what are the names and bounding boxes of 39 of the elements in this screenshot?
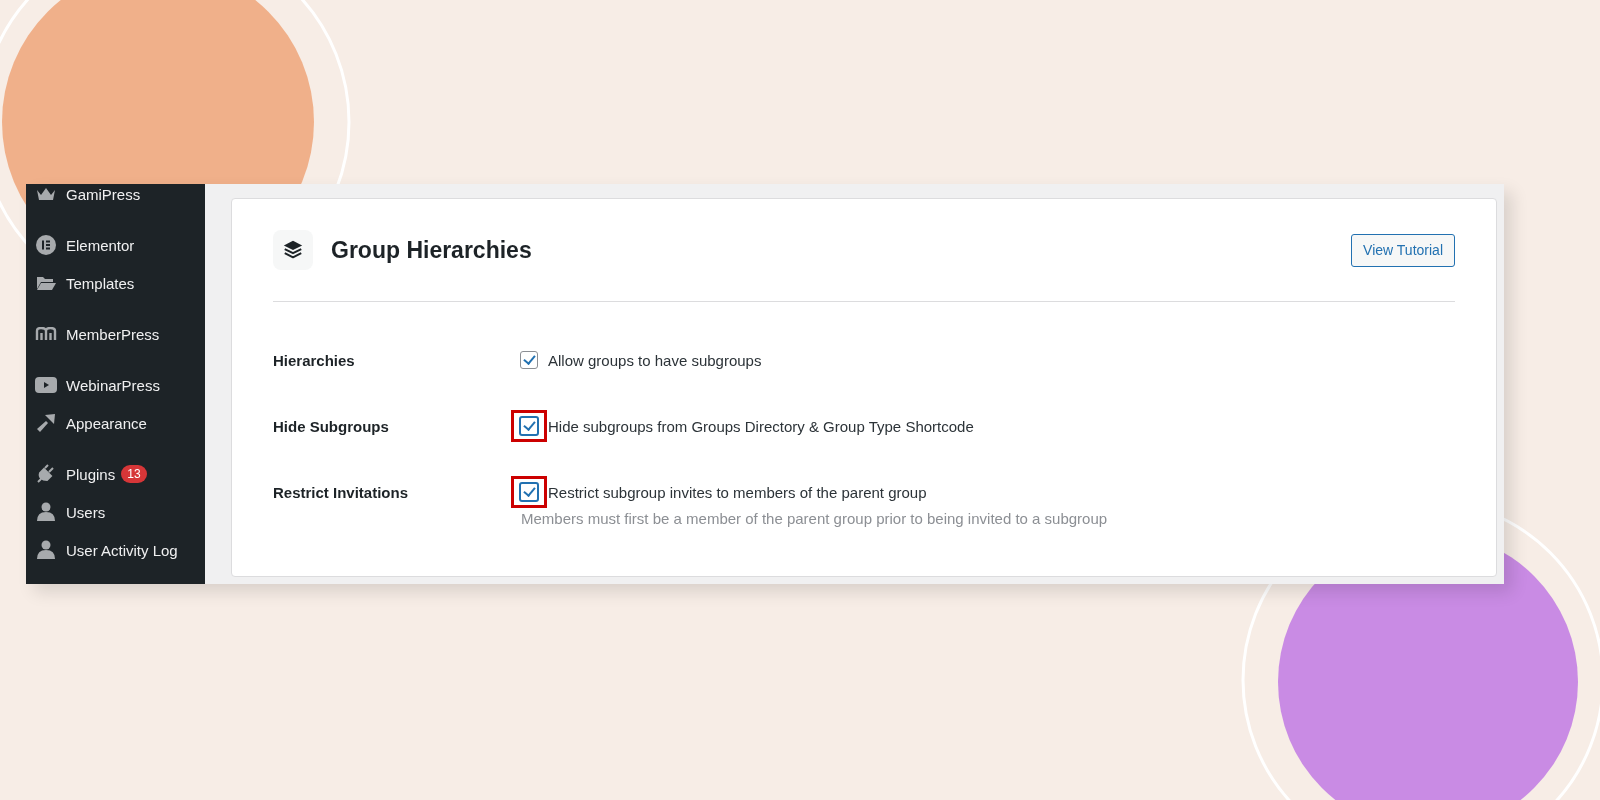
sidebar-item[interactable]: WebinarPress: [26, 366, 205, 404]
sidebar-item[interactable]: Users: [26, 493, 205, 531]
checkbox[interactable]: [519, 482, 539, 502]
setting-label: Restrict Invitations: [273, 483, 410, 503]
video-icon: [35, 377, 57, 393]
crown-icon: [36, 186, 56, 202]
page-title: Group Hierarchies: [331, 236, 533, 264]
stack-icon: [273, 230, 313, 270]
sidebar-label: MemberPress: [66, 325, 160, 343]
checkbox-label: Allow groups to have subgroups: [548, 351, 762, 369]
sidebar-label: Plugins: [66, 465, 116, 483]
setting-description: Members must first be a member of the parent group prior to being invited to a subgroup: [521, 510, 1109, 527]
sidebar-item[interactable]: Plugins 13: [26, 455, 205, 493]
user-icon: [37, 502, 55, 522]
folder-icon: [36, 275, 56, 291]
setting-label: Hide Subgroups: [273, 417, 390, 437]
user-icon: [37, 540, 55, 560]
sidebar-item[interactable]: Appearance: [26, 404, 205, 442]
sidebar-label: Templates: [66, 274, 135, 292]
view-tutorial-button[interactable]: View Tutorial: [1351, 233, 1455, 267]
paintbrush-icon: [36, 413, 56, 433]
checkbox-label: Restrict subgroup invites to members of the parent group: [548, 483, 927, 501]
sidebar-label: WebinarPress: [66, 376, 160, 394]
sidebar-label: Elementor: [66, 236, 135, 254]
sidebar-label: Users: [66, 503, 106, 521]
sidebar-item[interactable]: User Activity Log: [26, 531, 205, 569]
sidebar-label: GamiPress: [66, 185, 141, 203]
setting-label: Hierarchies: [273, 351, 356, 371]
count-badge: 13: [121, 465, 147, 483]
checkbox[interactable]: [520, 351, 538, 369]
sidebar-item[interactable]: GamiPress: [26, 184, 205, 213]
plug-icon: [36, 464, 56, 484]
sidebar-label: Appearance: [66, 414, 147, 432]
sidebar-item[interactable]: Elementor: [26, 226, 205, 264]
sidebar-label: User Activity Log: [66, 541, 178, 559]
checkbox[interactable]: [519, 416, 539, 436]
sidebar-item[interactable]: Templates: [26, 264, 205, 302]
checkbox-label: Hide subgroups from Groups Directory & Group Type Shortcode: [548, 417, 974, 435]
sidebar-item[interactable]: MemberPress: [26, 315, 205, 353]
